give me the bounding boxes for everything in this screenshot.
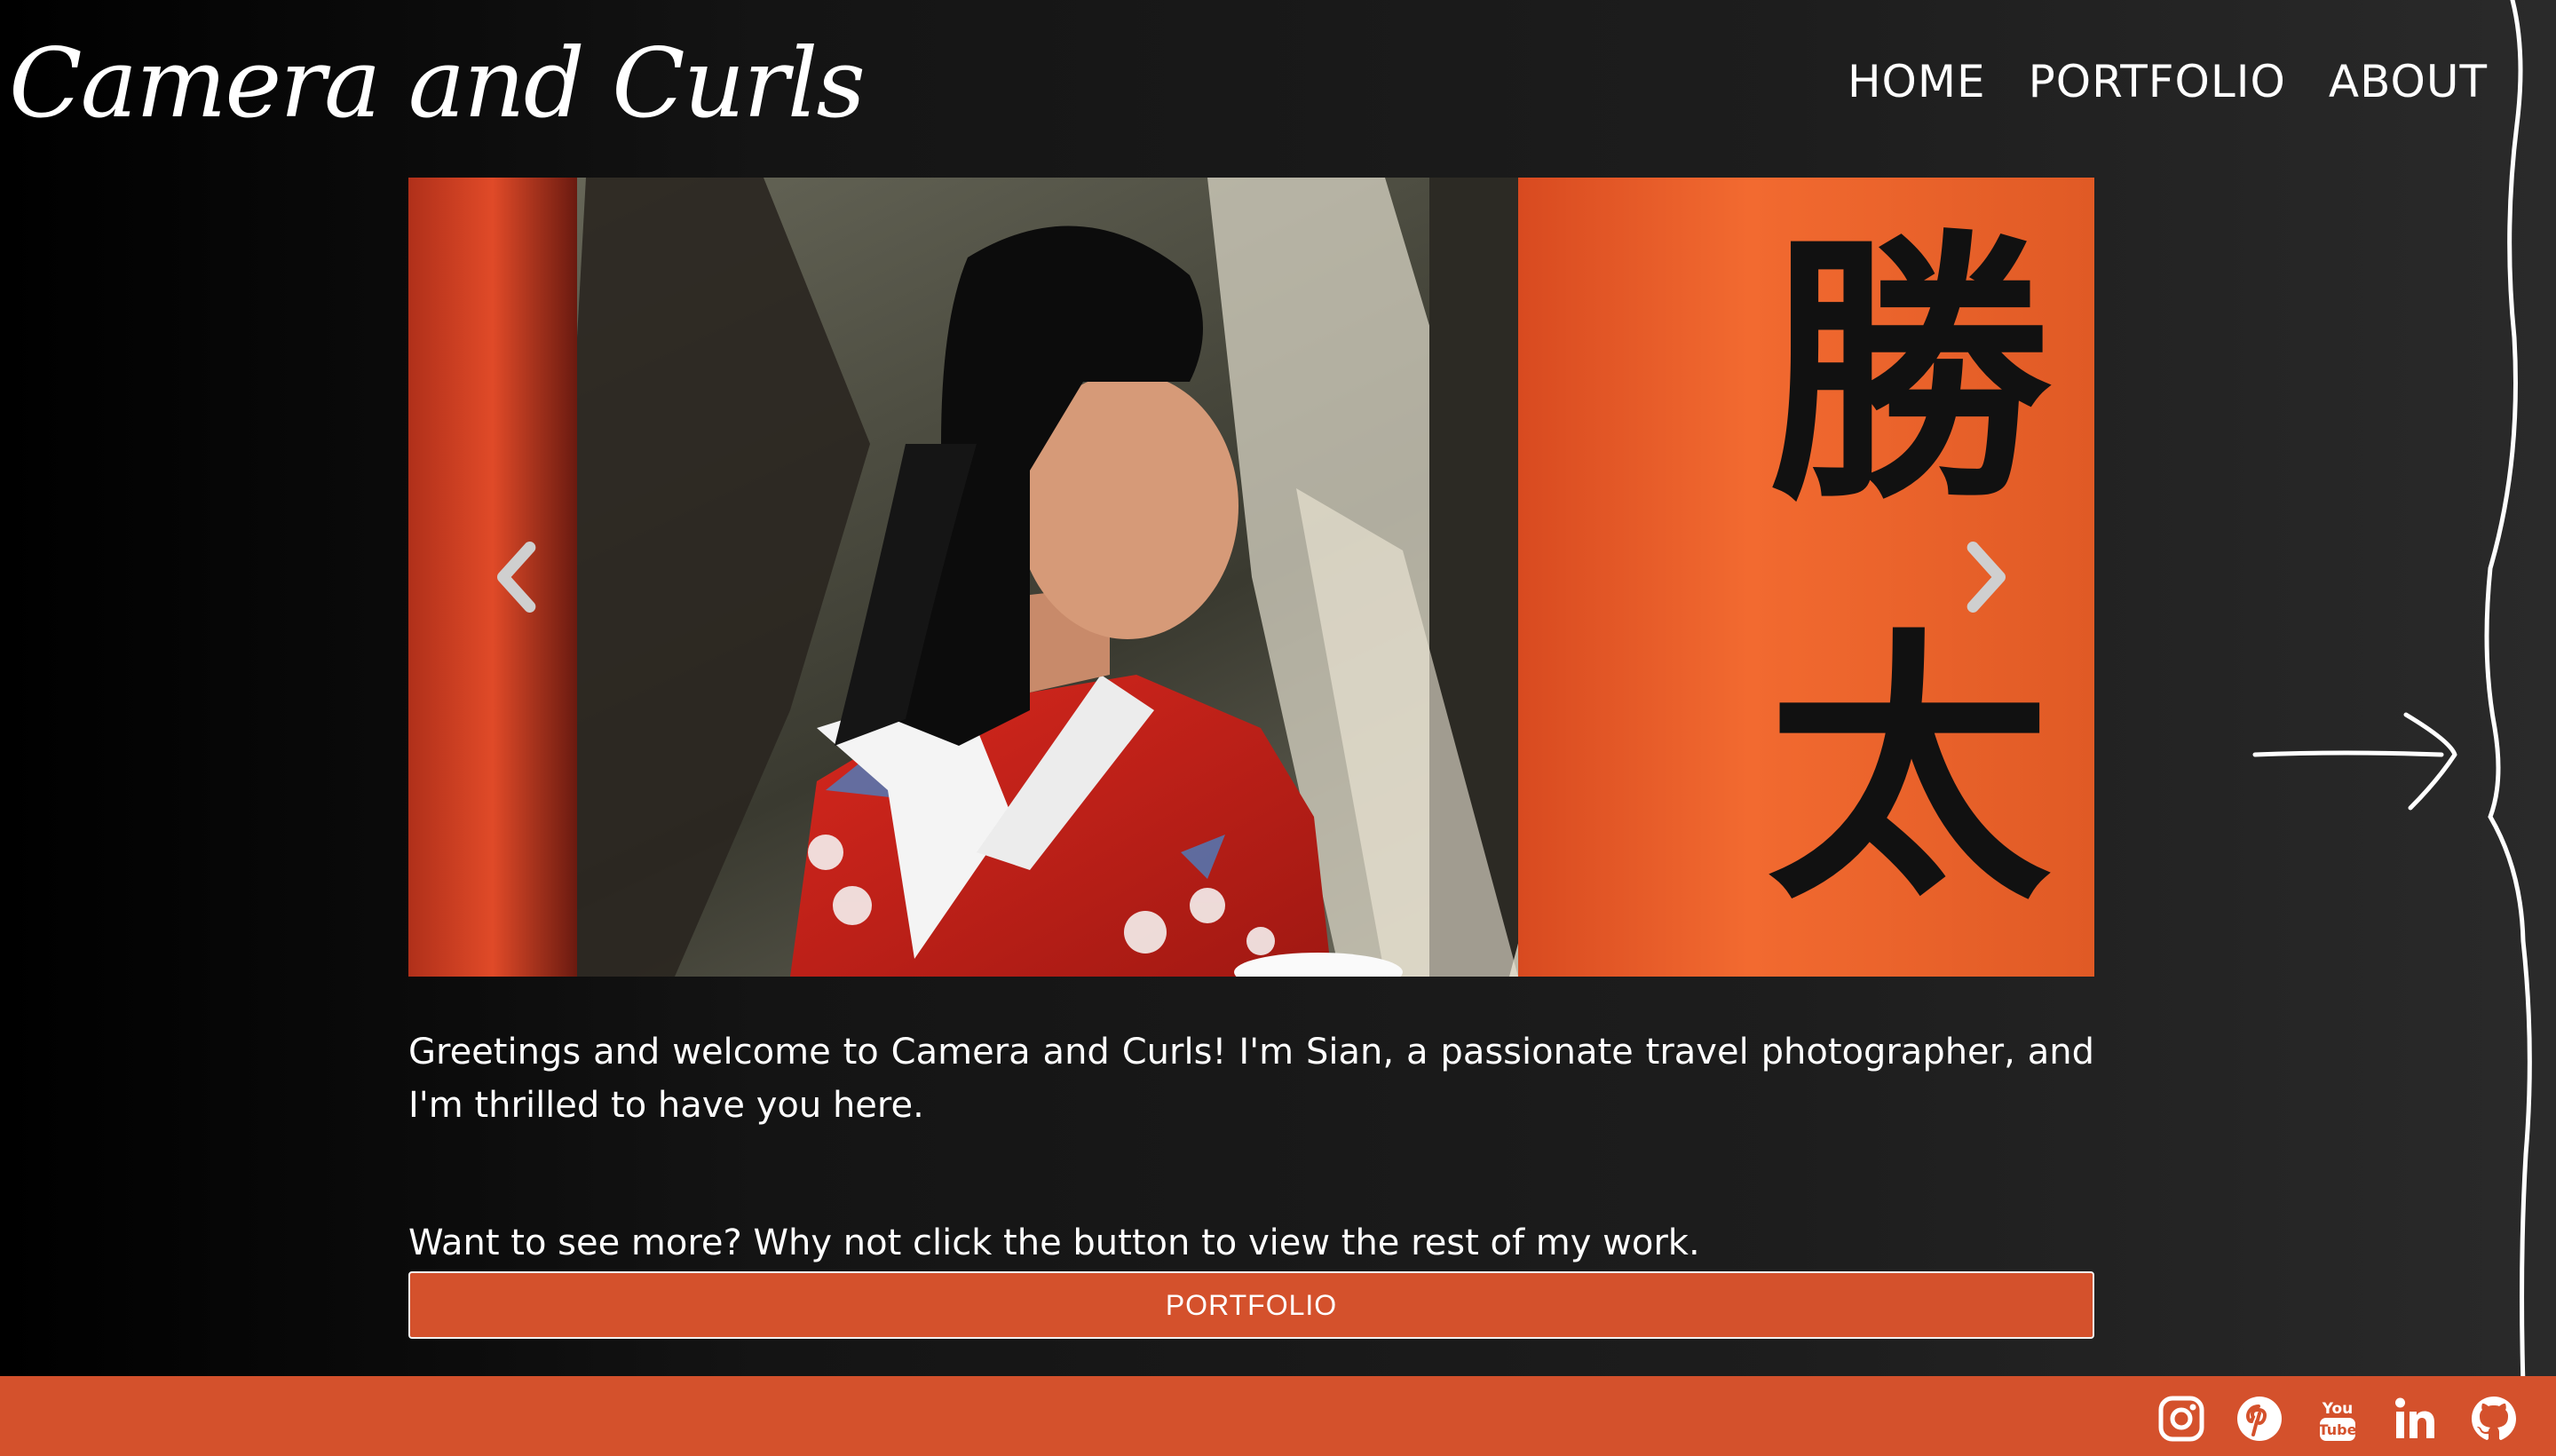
linkedin-link[interactable] (2389, 1392, 2442, 1445)
github-link[interactable] (2467, 1392, 2520, 1445)
chevron-right-icon (1966, 542, 2006, 613)
linkedin-icon (2395, 1397, 2434, 1438)
svg-text:You: You (2322, 1400, 2354, 1418)
youtube-link[interactable]: You Tube (2311, 1392, 2364, 1445)
nav-portfolio[interactable]: PORTFOLIO (2029, 55, 2286, 108)
hand-drawn-arrow-icon (2252, 0, 2532, 1385)
site-logo[interactable]: Camera and Curls (9, 27, 866, 142)
social-links: You Tube (2155, 1392, 2520, 1445)
welcome-text: Greetings and welcome to Camera and Curl… (408, 1032, 2094, 1126)
carousel-next-button[interactable] (1952, 533, 2023, 621)
youtube-icon: You Tube (2319, 1400, 2357, 1441)
site-footer: You Tube (0, 1376, 2556, 1456)
svg-text:太: 太 (1767, 607, 2051, 938)
carousel-prev-button[interactable] (479, 533, 550, 621)
chevron-left-icon (497, 542, 536, 613)
pinterest-icon (2237, 1397, 2282, 1441)
nav-home[interactable]: HOME (1848, 55, 1986, 108)
instagram-icon (2158, 1396, 2204, 1442)
photo-carousel: 勝 太 (408, 178, 2094, 977)
github-icon (2472, 1397, 2516, 1440)
instagram-link[interactable] (2155, 1392, 2208, 1445)
portfolio-button[interactable]: PORTFOLIO (408, 1271, 2094, 1339)
carousel-slide-photo: 勝 太 (408, 178, 2094, 977)
svg-text:Tube: Tube (2319, 1421, 2357, 1438)
nav-about[interactable]: ABOUT (2329, 55, 2488, 108)
pinterest-link[interactable] (2233, 1392, 2286, 1445)
svg-text:勝: 勝 (1767, 208, 2055, 538)
main-nav: HOME PORTFOLIO ABOUT (1848, 55, 2488, 108)
cta-text: Want to see more? Why not click the butt… (408, 1223, 1700, 1263)
